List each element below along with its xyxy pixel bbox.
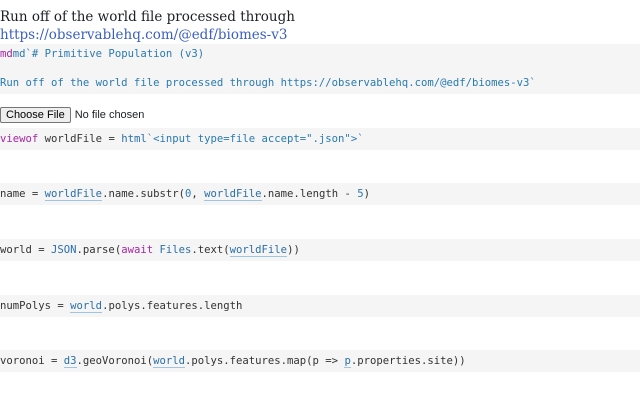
name-sep: , bbox=[191, 188, 205, 200]
voronoi-cell[interactable]: voronoi = d3.geoVoronoi(world.polys.feat… bbox=[0, 350, 640, 372]
markdown-cell[interactable]: mdmd`# Primitive Population (v3) Run off… bbox=[0, 44, 640, 94]
file-input-row: Choose File No file chosen bbox=[0, 107, 144, 123]
world-ref[interactable]: world bbox=[70, 300, 103, 313]
name-lhs: name = bbox=[0, 188, 45, 200]
viewof-keyword: viewof bbox=[0, 133, 39, 145]
numpolys-lhs: numPolys = bbox=[0, 300, 71, 312]
await-keyword: await bbox=[121, 244, 154, 256]
choose-file-button[interactable]: Choose File bbox=[0, 107, 71, 123]
name-mid2: .name.length - bbox=[261, 188, 358, 200]
voronoi-mid2: .polys.features.map(p => bbox=[184, 355, 345, 367]
file-status: No file chosen bbox=[74, 109, 145, 121]
rendered-markdown-output: Run off of the world file processed thro… bbox=[0, 8, 440, 44]
files-ref: Files bbox=[159, 244, 192, 256]
md-tag: md bbox=[0, 48, 13, 60]
md-line-1: md`# Primitive Population (v3) bbox=[12, 48, 205, 60]
numpolys-cell[interactable]: numPolys = world.polys.features.length bbox=[0, 295, 640, 317]
md-line-2: Run off of the world file processed thro… bbox=[0, 77, 536, 89]
name-cell[interactable]: name = worldFile.name.substr(0, worldFil… bbox=[0, 183, 640, 205]
numpolys-rest: .polys.features.length bbox=[102, 300, 243, 312]
world-ref[interactable]: world bbox=[153, 355, 185, 368]
world-mid2: .text( bbox=[191, 244, 230, 256]
viewof-cell[interactable]: viewof worldFile = html`<input type=file… bbox=[0, 128, 640, 150]
world-mid: .parse( bbox=[76, 244, 122, 256]
name-mid1: .name.substr( bbox=[102, 188, 185, 200]
world-end: )) bbox=[287, 244, 300, 256]
d3-ref[interactable]: d3 bbox=[63, 355, 77, 368]
json-ref: JSON bbox=[51, 244, 77, 256]
voronoi-lhs: voronoi = bbox=[0, 355, 64, 367]
world-lhs: world = bbox=[0, 244, 52, 256]
viewof-assign: worldFile = bbox=[38, 133, 122, 145]
biomes-link[interactable]: https://observablehq.com/@edf/biomes-v3 bbox=[0, 27, 287, 43]
html-template: `<input type=file accept=".json">` bbox=[146, 133, 364, 145]
world-cell[interactable]: world = JSON.parse(await Files.text(worl… bbox=[0, 239, 640, 261]
output-text: Run off of the world file processed thro… bbox=[0, 9, 295, 25]
name-end: ) bbox=[363, 188, 370, 200]
worldfile-ref[interactable]: worldFile bbox=[229, 244, 288, 257]
worldfile-ref[interactable]: worldFile bbox=[204, 188, 262, 201]
voronoi-mid1: .geoVoronoi( bbox=[76, 355, 154, 367]
voronoi-end: .properties.site)) bbox=[350, 355, 466, 367]
html-tag: html bbox=[121, 133, 147, 145]
worldfile-ref[interactable]: worldFile bbox=[44, 188, 103, 201]
